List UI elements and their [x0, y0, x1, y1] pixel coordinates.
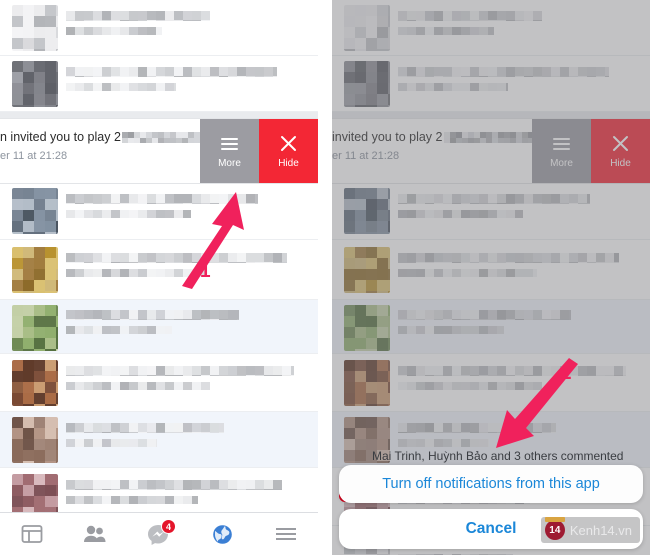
notification-row[interactable] — [0, 0, 318, 56]
action-sheet-options: Turn off notifications from this app — [339, 465, 643, 503]
notification-row[interactable] — [0, 182, 318, 240]
left-bottom-tabbar: 4 — [0, 512, 318, 555]
annotation-arrow-1 — [182, 192, 244, 289]
notification-text-lines — [66, 11, 308, 41]
left-phone-screen: n invited you to play 2. er 11 at 21:28 … — [0, 0, 318, 555]
right-screenshot-panel: invited you to play 2. er 11 at 21:28 Mo… — [332, 0, 650, 555]
tab-menu[interactable] — [254, 513, 318, 555]
notification-avatar — [12, 188, 58, 234]
notification-avatar — [12, 360, 58, 406]
notification-text-lines — [66, 480, 308, 510]
notification-row[interactable] — [0, 56, 318, 112]
left-swipe-actions: More Hide — [200, 119, 318, 183]
left-notification-text-block: n invited you to play 2. er 11 at 21:28 — [0, 129, 200, 162]
notification-text-lines — [66, 310, 308, 340]
news-feed-icon — [21, 525, 43, 543]
left-notification-feed[interactable] — [0, 0, 318, 555]
notification-row[interactable] — [0, 354, 318, 412]
watermark: 14 Kenh14.vn — [540, 517, 640, 543]
left-notification-timestamp: er 11 at 21:28 — [0, 150, 68, 162]
messenger-badge: 4 — [160, 519, 176, 534]
notification-avatar — [12, 417, 58, 463]
blurred-game-name — [121, 132, 200, 143]
annotation-number-1: 1 — [200, 261, 211, 282]
notification-row[interactable] — [0, 412, 318, 468]
close-icon — [279, 134, 298, 154]
notification-avatar — [12, 61, 58, 107]
hide-button[interactable]: Hide — [259, 119, 318, 183]
hide-button-label: Hide — [278, 157, 299, 169]
right-phone-screen: invited you to play 2. er 11 at 21:28 Mo… — [332, 0, 650, 555]
tutorial-screenshot: n invited you to play 2. er 11 at 21:28 … — [0, 0, 650, 555]
annotation-arrow-2 — [496, 358, 578, 448]
kenh14-logo-icon: 14 — [544, 517, 565, 540]
panel-divider — [318, 0, 332, 555]
left-notification-message: n invited you to play 2. — [0, 129, 200, 145]
notification-text-lines — [66, 366, 308, 396]
left-screenshot-panel: n invited you to play 2. er 11 at 21:28 … — [0, 0, 318, 555]
hamburger-icon — [221, 134, 238, 154]
tab-friends[interactable] — [64, 513, 128, 555]
more-button[interactable]: More — [200, 119, 259, 183]
notification-avatar — [12, 5, 58, 51]
more-button-label: More — [218, 157, 241, 169]
tab-notifications[interactable] — [191, 513, 255, 555]
hamburger-menu-icon — [276, 528, 297, 540]
notification-text-lines — [66, 423, 308, 453]
turn-off-notifications-option[interactable]: Turn off notifications from this app — [339, 465, 643, 503]
kenh14-logo-text: 14 — [549, 524, 561, 536]
annotation-number-2: 2 — [561, 363, 572, 384]
notification-row[interactable] — [0, 300, 318, 354]
watermark-text: Kenh14.vn — [569, 522, 632, 538]
notification-row[interactable] — [0, 240, 318, 300]
tab-news-feed[interactable] — [0, 513, 64, 555]
friends-icon — [84, 525, 106, 542]
left-swiped-notification-row[interactable]: n invited you to play 2. er 11 at 21:28 … — [0, 118, 318, 184]
notification-text-lines — [66, 67, 308, 97]
left-notification-message-text: n invited you to play 2 — [0, 130, 121, 144]
notification-avatar — [12, 247, 58, 293]
globe-icon — [213, 524, 232, 544]
tab-messenger[interactable]: 4 — [127, 513, 191, 555]
notification-avatar — [12, 305, 58, 351]
